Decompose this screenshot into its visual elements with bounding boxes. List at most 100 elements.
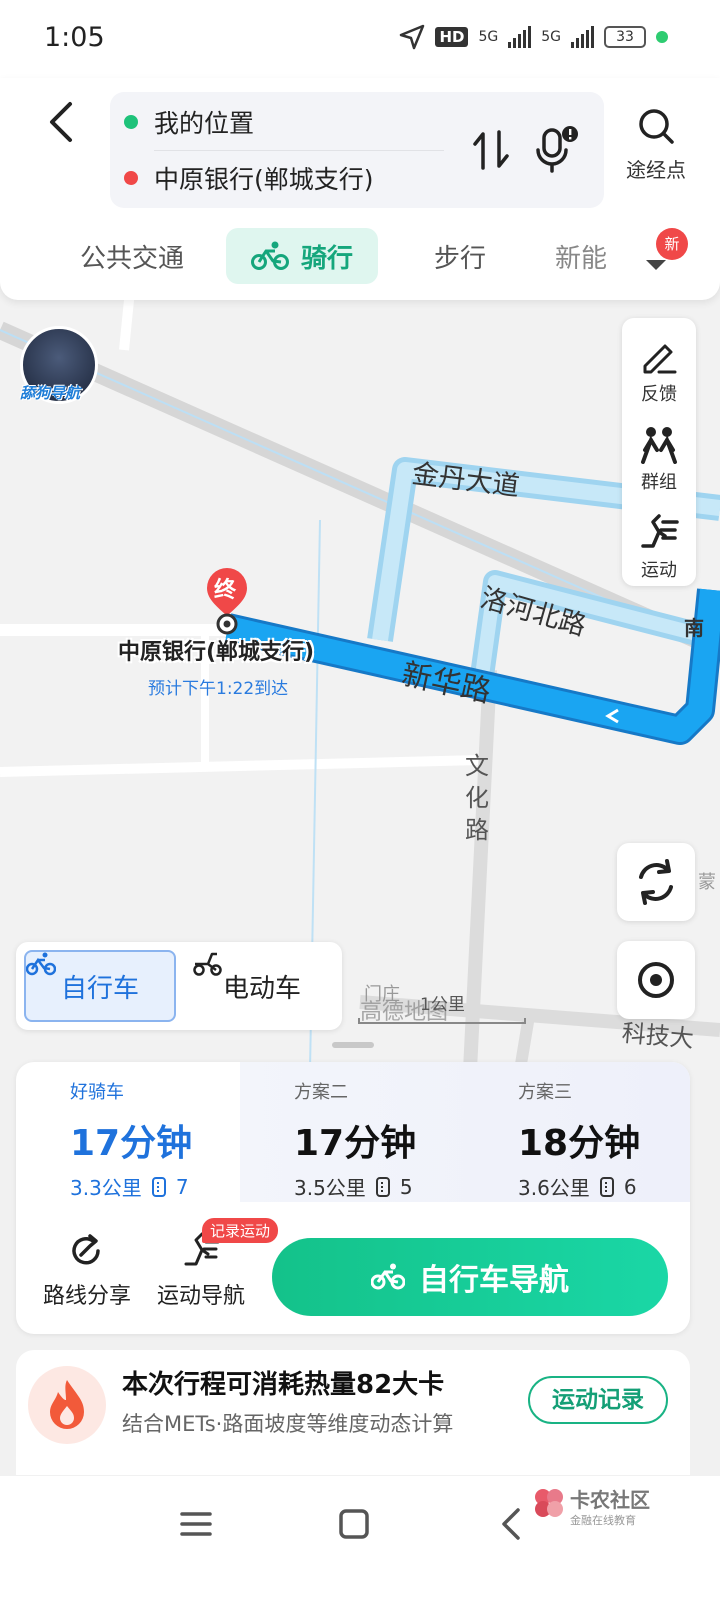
calorie-card: 本次行程可消耗热量82大卡 结合METs·路面坡度等维度动态计算 运动记录 [16, 1350, 690, 1475]
plan-option-1[interactable]: 好骑车 17分钟 3.3公里 7 [16, 1062, 240, 1202]
feedback-button[interactable]: 反馈 [622, 324, 696, 410]
menu-icon [180, 1512, 212, 1536]
travel-mode-tabs: 公共交通 骑行 步行 新能 新 [0, 226, 720, 286]
record-sport-badge: 记录运动 [202, 1218, 279, 1243]
bicycle-option-label: 自行车 [60, 973, 139, 1004]
poi-label-nan: 南 [684, 616, 704, 640]
map-scale-bar [358, 1018, 526, 1024]
ebike-option-label: 电动车 [222, 973, 301, 1004]
tab-label: 步行 [433, 243, 486, 274]
group-button[interactable]: 群组 [622, 412, 696, 498]
sport-record-button[interactable]: 运动记录 [528, 1376, 668, 1424]
poi-label-edge: 蒙 [698, 872, 716, 893]
tab-label: 新能 [554, 243, 607, 274]
group-label: 群组 [641, 472, 677, 493]
plan-time: 17分钟 [70, 1123, 193, 1164]
traffic-light-icon [375, 1176, 390, 1197]
system-nav-bar: 卡农社区 金融在线教育 [0, 1476, 720, 1600]
more-modes-button[interactable]: 新 [630, 228, 690, 284]
swap-button[interactable] [470, 128, 512, 172]
map-view[interactable]: 金丹大道 洛河北路 新华路 文化路 科技大 南 门庄 蒙 舔狗导航 终 中原银行… [0, 290, 720, 1070]
avatar-label: 舔狗导航 [20, 384, 81, 402]
back-button[interactable] [40, 98, 84, 146]
waypoint-button[interactable]: 途经点 [618, 106, 694, 196]
watermark-subtext: 金融在线教育 [570, 1514, 636, 1527]
plan-option-3[interactable]: 方案三 18分钟 3.6公里 6 [464, 1062, 688, 1202]
bicycle-icon [250, 241, 289, 270]
bicycle-option[interactable]: 自行车 [24, 950, 176, 1022]
route-share-label: 路线分享 [42, 1284, 131, 1309]
sport-label: 运动 [641, 560, 677, 581]
pencil-icon [643, 344, 677, 374]
running-icon [641, 514, 679, 548]
ebike-option[interactable]: 电动车 [192, 950, 332, 1022]
destination-field[interactable]: 中原银行(郸城支行) [124, 150, 374, 206]
swap-icon [473, 130, 509, 170]
watermark-logo-icon [535, 1489, 563, 1517]
refresh-route-button[interactable] [617, 843, 695, 921]
tab-walking[interactable]: 步行 [420, 228, 500, 284]
watermark-text: 卡农社区 [570, 1488, 650, 1512]
refresh-icon [639, 859, 673, 905]
tab-public-transit[interactable]: 公共交通 [72, 228, 192, 284]
destination-pin-icon[interactable]: 终 [205, 566, 249, 636]
scooter-icon [193, 952, 222, 976]
sport-nav-label: 运动导航 [156, 1284, 245, 1309]
route-panel: 我的位置 中原银行(郸城支行) 途经点 公共交通 骑行 步行 新能 新 [0, 78, 720, 300]
status-icons: HD 5G 5G 33 [399, 24, 668, 50]
vehicle-type-toggle: 自行车 电动车 [16, 942, 342, 1030]
plan-distance-value: 3.5公里 [294, 1176, 366, 1200]
start-bike-navigation-button[interactable]: 自行车导航 [272, 1238, 668, 1316]
back-arrow-icon [502, 1508, 520, 1540]
plan-distance-value: 3.3公里 [70, 1176, 142, 1200]
status-bar: 1:05 HD 5G 5G 33 [0, 0, 720, 78]
destination-dot [124, 171, 138, 185]
bicycle-icon [371, 1263, 405, 1290]
search-icon [639, 109, 674, 144]
menu-button[interactable] [176, 1504, 216, 1544]
road-label-keji: 科技大 [620, 1018, 695, 1054]
chevron-left-icon [50, 102, 72, 142]
group-icon [641, 427, 677, 464]
battery-icon: 33 [604, 26, 646, 48]
road-label-wenhua: 文化路 [465, 752, 489, 844]
plan-distance: 3.3公里 7 [70, 1172, 189, 1201]
voice-button[interactable] [534, 124, 580, 174]
bicycle-icon [26, 952, 56, 976]
plan-distance: 3.5公里 5 [294, 1172, 413, 1201]
calorie-title: 本次行程可消耗热量82大卡 [122, 1370, 445, 1400]
plan-lights: 6 [623, 1174, 637, 1199]
plan-name: 方案三 [518, 1082, 572, 1103]
tab-cycling[interactable]: 骑行 [226, 228, 378, 284]
sport-nav-button[interactable]: 运动导航 [146, 1232, 256, 1310]
map-scale-label: 1公里 [420, 995, 465, 1015]
traffic-light-icon [599, 1176, 614, 1197]
route-input-box: 我的位置 中原银行(郸城支行) [110, 92, 604, 208]
tab-label: 公共交通 [79, 243, 184, 274]
plan-distance-value: 3.6公里 [518, 1176, 590, 1200]
route-share-button[interactable]: 路线分享 [32, 1232, 142, 1310]
tab-label: 骑行 [300, 243, 353, 274]
sheet-drag-handle[interactable] [332, 1042, 374, 1048]
tab-new-energy[interactable]: 新能 [546, 228, 616, 284]
system-back-button[interactable] [492, 1504, 532, 1544]
destination-text: 中原银行(郸城支行) [154, 165, 374, 194]
network-5g-1: 5G [478, 29, 499, 45]
network-5g-2: 5G [541, 29, 561, 45]
new-badge: 新 [656, 228, 688, 260]
hd-icon: HD [435, 27, 469, 47]
origin-field[interactable]: 我的位置 [124, 94, 254, 150]
feedback-label: 反馈 [641, 384, 677, 405]
plan-option-2[interactable]: 方案二 17分钟 3.5公里 5 [240, 1062, 464, 1202]
waypoint-label: 途经点 [626, 158, 686, 182]
sport-button[interactable]: 运动 [622, 500, 696, 586]
locate-me-button[interactable] [617, 941, 695, 1019]
plan-time: 18分钟 [518, 1123, 641, 1164]
location-arrow-icon [400, 24, 425, 50]
plan-lights: 7 [175, 1174, 189, 1199]
share-icon [72, 1234, 100, 1265]
plan-name: 方案二 [294, 1082, 348, 1103]
status-time: 1:05 [44, 22, 105, 53]
signal-icon [508, 26, 532, 48]
home-button[interactable] [334, 1504, 374, 1544]
